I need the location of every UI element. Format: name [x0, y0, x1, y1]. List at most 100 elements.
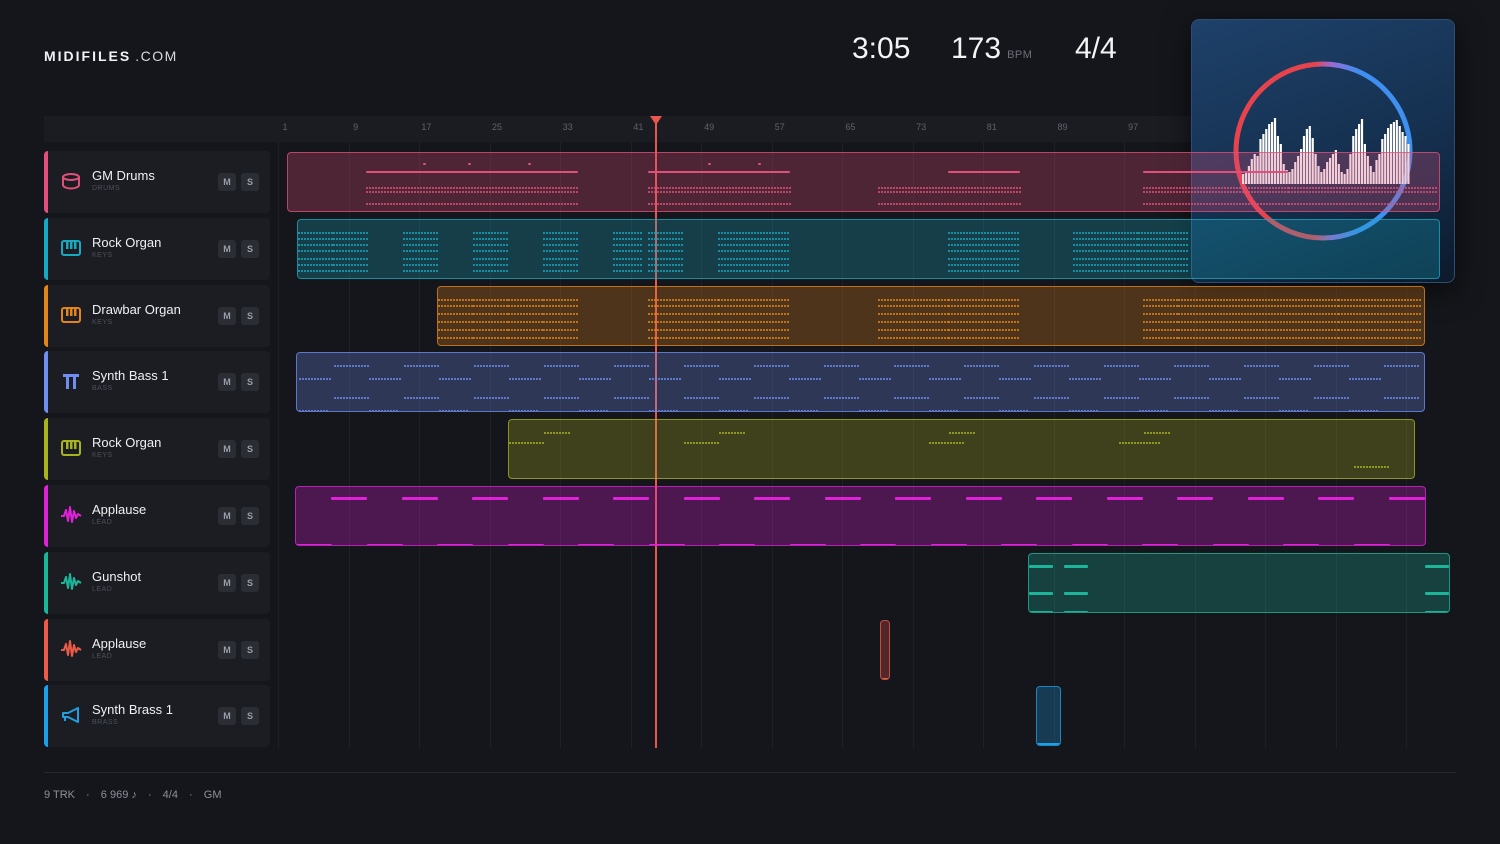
midi-note [310, 257, 312, 260]
midi-note [1004, 203, 1006, 205]
midi-note [675, 257, 677, 260]
midi-note [500, 263, 502, 266]
midi-note [711, 312, 713, 315]
mute-button[interactable]: M [218, 507, 236, 525]
midi-clip[interactable] [1036, 686, 1061, 747]
solo-button[interactable]: S [241, 573, 259, 592]
solo-button[interactable]: S [241, 507, 259, 525]
midi-note [629, 365, 631, 368]
midi-note [1155, 298, 1157, 301]
midi-note [681, 191, 683, 193]
midi-note [972, 237, 974, 240]
midi-clip[interactable] [287, 152, 1440, 212]
mute-button[interactable]: M [218, 573, 236, 592]
solo-button[interactable]: S [241, 640, 259, 659]
midi-note [1238, 328, 1240, 331]
midi-note [1410, 312, 1412, 315]
midi-note [568, 432, 570, 435]
midi-clip[interactable] [297, 218, 1440, 279]
midi-note [381, 378, 383, 381]
midi-note [1288, 378, 1290, 381]
midi-note [480, 187, 482, 189]
track-header[interactable]: Drawbar Organ KEYS M S [44, 284, 270, 347]
midi-note [1425, 591, 1449, 595]
midi-note [1183, 263, 1185, 266]
midi-note [488, 328, 490, 331]
midi-note [981, 243, 983, 246]
solo-button[interactable]: S [241, 239, 259, 258]
midi-note [890, 304, 892, 307]
midi-note [1097, 237, 1099, 240]
midi-note [549, 298, 551, 301]
track-header[interactable]: Rock Organ KEYS M S [44, 217, 270, 280]
midi-note [488, 263, 490, 266]
midi-clip[interactable] [508, 419, 1415, 480]
track-header[interactable]: GM Drums DRUMS M S [44, 151, 270, 213]
midi-note [542, 497, 579, 500]
solo-button[interactable]: S [241, 173, 259, 191]
midi-note [696, 328, 698, 331]
midi-note [473, 336, 475, 339]
midi-note [576, 304, 578, 307]
track-header[interactable]: Rock Organ KEYS M S [44, 418, 270, 481]
midi-note [617, 397, 619, 400]
midi-note [784, 312, 786, 315]
midi-note [1341, 336, 1343, 339]
track-header[interactable]: Synth Brass 1 BRASS M S [44, 685, 270, 748]
midi-note [673, 378, 675, 381]
midi-note [367, 397, 369, 400]
midi-clip[interactable] [295, 486, 1426, 546]
midi-note [1115, 269, 1117, 272]
midi-note [594, 378, 596, 381]
midi-note [543, 298, 545, 301]
track-name: Gunshot [92, 568, 142, 584]
midi-clip[interactable] [1028, 552, 1450, 613]
midi-note [887, 336, 889, 339]
mute-button[interactable]: M [218, 173, 236, 191]
midi-note [932, 298, 934, 301]
midi-note [1197, 187, 1199, 189]
midi-note [739, 328, 741, 331]
midi-note [366, 187, 368, 189]
midi-note [308, 378, 310, 381]
mute-button[interactable]: M [218, 306, 236, 325]
midi-note [763, 263, 765, 266]
midi-note [978, 298, 980, 301]
solo-button[interactable]: S [241, 440, 259, 459]
midi-note [878, 304, 880, 307]
midi-note [924, 365, 926, 368]
solo-button[interactable]: S [241, 306, 259, 325]
mute-button[interactable]: M [218, 373, 236, 392]
playhead-handle[interactable] [650, 116, 662, 125]
midi-note [1320, 365, 1322, 368]
solo-button[interactable]: S [241, 707, 259, 726]
mute-button[interactable]: M [218, 707, 236, 726]
midi-note [1336, 187, 1338, 189]
midi-note [690, 191, 692, 193]
midi-note [616, 257, 618, 260]
midi-note [494, 269, 496, 272]
midi-note [953, 187, 955, 189]
midi-note [613, 269, 615, 272]
midi-note [721, 231, 723, 234]
midi-note [966, 336, 968, 339]
mute-button[interactable]: M [218, 239, 236, 258]
mute-button[interactable]: M [218, 440, 236, 459]
midi-note [1217, 328, 1219, 331]
track-header[interactable]: Synth Bass 1 BASS M S [44, 351, 270, 414]
midi-note [651, 249, 653, 252]
midi-note [690, 320, 692, 323]
track-header[interactable]: Gunshot LEAD M S [44, 551, 270, 614]
midi-note [654, 320, 656, 323]
mute-button[interactable]: M [218, 640, 236, 659]
midi-clip[interactable] [880, 619, 890, 680]
midi-clip[interactable] [437, 285, 1425, 346]
midi-clip[interactable] [296, 352, 1425, 413]
midi-note [1190, 312, 1192, 315]
track-header[interactable]: Applause LEAD M S [44, 485, 270, 547]
midi-note [678, 304, 680, 307]
solo-button[interactable]: S [241, 373, 259, 392]
midi-note [1245, 203, 1247, 205]
track-header[interactable]: Applause LEAD M S [44, 618, 270, 681]
midi-note [991, 365, 993, 368]
